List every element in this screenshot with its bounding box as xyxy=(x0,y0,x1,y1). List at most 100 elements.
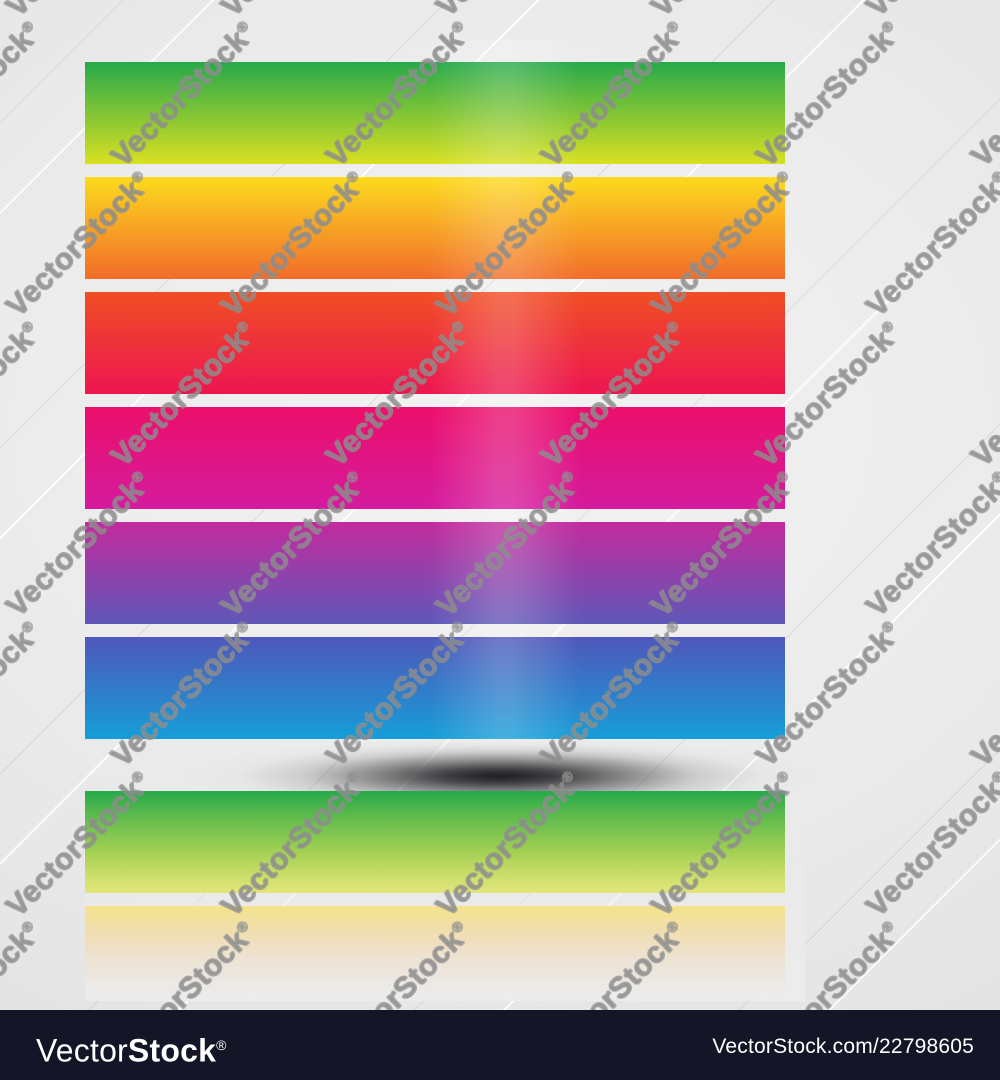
reflection-fade-overlay xyxy=(85,791,805,1001)
watermark-text: VectorStock® xyxy=(0,17,40,174)
watermark-text: VectorStock® xyxy=(0,0,158,24)
watermark-text: VectorStock® xyxy=(0,317,40,474)
watermark-text: VectorStock® xyxy=(0,617,40,774)
gradient-swatch[interactable] xyxy=(260,407,435,509)
swatch-cell[interactable] xyxy=(260,407,435,522)
swatch-cell[interactable] xyxy=(260,637,435,752)
watermark-text: VectorStock® xyxy=(644,0,803,24)
reflected-gradient-swatch xyxy=(85,791,260,893)
reflection-group xyxy=(85,791,805,1001)
gradient-swatch[interactable] xyxy=(85,62,260,164)
reflection-cell xyxy=(85,906,260,1001)
watermark-text: VectorStock® xyxy=(429,767,580,924)
gradient-swatch[interactable] xyxy=(260,292,435,394)
swatch-cell[interactable] xyxy=(260,177,435,292)
gradient-swatch[interactable] xyxy=(435,407,610,509)
gradient-swatch[interactable] xyxy=(610,522,785,624)
reflected-gradient-swatch xyxy=(260,791,435,893)
gradient-swatch[interactable] xyxy=(435,522,610,624)
gradient-swatch[interactable] xyxy=(435,62,610,164)
vectorstock-logo: VectorStock® xyxy=(36,1029,227,1067)
gradient-swatch[interactable] xyxy=(610,177,785,279)
watermark-text: VectorStock® xyxy=(859,0,1000,24)
gradient-swatch[interactable] xyxy=(260,177,435,279)
reflected-gradient-swatch xyxy=(435,791,610,893)
footer-bar: VectorStock® VectorStock.com/22798605 xyxy=(0,1010,1000,1080)
reflection-cell xyxy=(435,791,610,906)
watermark-text: VectorStock® xyxy=(964,23,1000,174)
swatch-cell[interactable] xyxy=(85,62,260,177)
reflection-cell xyxy=(85,791,260,906)
reflection-cell xyxy=(260,906,435,1001)
gradient-swatch[interactable] xyxy=(610,407,785,509)
watermark-text: VectorStock® xyxy=(214,0,373,24)
gradient-swatch[interactable] xyxy=(85,407,260,509)
reflected-gradient-swatch xyxy=(85,906,260,1001)
swatch-cell[interactable] xyxy=(260,62,435,177)
gradient-swatch[interactable] xyxy=(260,637,435,739)
gradient-swatch[interactable] xyxy=(435,292,610,394)
gradient-swatch[interactable] xyxy=(435,637,610,739)
swatch-cell[interactable] xyxy=(435,637,610,752)
swatch-cell[interactable] xyxy=(435,177,610,292)
watermark-text: VectorStock® xyxy=(429,0,588,24)
swatch-cell[interactable] xyxy=(85,522,260,637)
swatch-cell[interactable] xyxy=(260,292,435,407)
swatch-cell[interactable] xyxy=(260,522,435,637)
watermark-text: VectorStock® xyxy=(0,767,150,924)
swatch-cell[interactable] xyxy=(85,637,260,752)
swatch-cell[interactable] xyxy=(610,292,785,407)
gradient-swatch[interactable] xyxy=(85,292,260,394)
artboard: VectorStock®VectorStock®VectorStock®Vect… xyxy=(0,0,1000,1010)
swatch-cell[interactable] xyxy=(610,637,785,752)
reflection-row xyxy=(85,906,805,1001)
reflected-gradient-swatch xyxy=(610,791,785,893)
gradient-swatch[interactable] xyxy=(610,62,785,164)
swatch-cell[interactable] xyxy=(610,407,785,522)
swatch-cell[interactable] xyxy=(85,407,260,522)
swatch-cell[interactable] xyxy=(435,407,610,522)
gradient-swatch[interactable] xyxy=(85,522,260,624)
reflected-gradient-swatch xyxy=(610,906,785,1001)
reflection-row xyxy=(85,791,805,906)
watermark-text: VectorStock® xyxy=(214,767,365,924)
swatch-cell[interactable] xyxy=(435,62,610,177)
reflected-gradient-swatch xyxy=(435,906,610,1001)
reflection-cell xyxy=(435,906,610,1001)
watermark-text: VectorStock® xyxy=(964,323,1000,474)
swatch-cell[interactable] xyxy=(85,177,260,292)
reflection-cell xyxy=(610,791,785,906)
screenshot-root: VectorStock®VectorStock®VectorStock®Vect… xyxy=(0,0,1000,1080)
gradient-swatch[interactable] xyxy=(260,62,435,164)
swatch-cell[interactable] xyxy=(85,292,260,407)
logo-text-light: Vector xyxy=(36,1032,128,1069)
swatch-cell[interactable] xyxy=(435,292,610,407)
watermark-text: VectorStock® xyxy=(964,923,1000,1010)
footer-url: VectorStock.com/22798605 xyxy=(712,1035,974,1058)
watermark-text: VectorStock® xyxy=(964,623,1000,774)
gradient-swatch[interactable] xyxy=(435,177,610,279)
watermark-text: VectorStock® xyxy=(104,917,255,1010)
gradient-swatch[interactable] xyxy=(260,522,435,624)
swatch-cell[interactable] xyxy=(610,62,785,177)
watermark-text: VectorStock® xyxy=(319,917,470,1010)
watermark-text: VectorStock® xyxy=(749,917,900,1010)
gradient-swatch[interactable] xyxy=(85,637,260,739)
watermark-text: VectorStock® xyxy=(644,767,795,924)
gradient-swatch[interactable] xyxy=(610,637,785,739)
watermark-text: VectorStock® xyxy=(859,467,1000,624)
watermark-text: VectorStock® xyxy=(0,917,40,1010)
reflection-cell xyxy=(610,906,785,1001)
reflected-gradient-swatch xyxy=(260,906,435,1001)
gradient-swatch[interactable] xyxy=(610,292,785,394)
gradient-swatch[interactable] xyxy=(85,177,260,279)
watermark-text: VectorStock® xyxy=(859,167,1000,324)
reflection-cell xyxy=(260,791,435,906)
watermark-text: VectorStock® xyxy=(859,767,1000,924)
registered-mark-icon: ® xyxy=(216,1037,227,1053)
watermark-text: VectorStock® xyxy=(534,917,685,1010)
swatch-cell[interactable] xyxy=(435,522,610,637)
swatch-cell[interactable] xyxy=(610,177,785,292)
swatch-grid xyxy=(85,62,785,752)
swatch-cell[interactable] xyxy=(610,522,785,637)
